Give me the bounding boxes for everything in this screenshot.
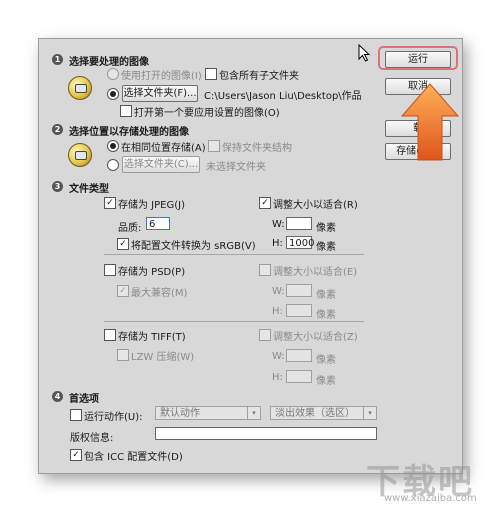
jpeg-w-label: W: [272, 219, 285, 230]
orange-arrow-icon [400, 83, 460, 161]
section1-title: 选择要处理的图像 [69, 57, 149, 68]
lzw-checkbox[interactable] [117, 349, 129, 361]
max-compat-label: 最大兼容(M) [131, 288, 188, 299]
psd-h-unit: 像素 [316, 310, 336, 321]
jpeg-width-input[interactable] [286, 217, 312, 230]
keep-structure-checkbox[interactable] [208, 140, 220, 152]
tiff-width-input[interactable] [286, 349, 312, 362]
tiff-resize-label: 调整大小以适合(Z) [273, 332, 358, 343]
jpeg-h-label: H: [272, 238, 283, 249]
psd-h-label: H: [272, 306, 283, 317]
save-psd-label: 存储为 PSD(P) [118, 267, 186, 278]
mouse-cursor-icon [358, 44, 371, 62]
max-compat-checkbox[interactable]: ✓ [117, 285, 129, 297]
section-number-1: 1 [52, 54, 63, 65]
copyright-input[interactable] [155, 427, 377, 440]
no-folder-selected: 未选择文件夹 [206, 162, 266, 173]
chevron-down-icon: ▾ [363, 407, 376, 419]
jpeg-w-unit: 像素 [316, 223, 336, 234]
include-icc-checkbox[interactable]: ✓ [70, 449, 82, 461]
section-number-3: 3 [52, 181, 63, 192]
same-location-radio[interactable] [107, 140, 119, 152]
chevron-down-icon: ▾ [247, 407, 260, 419]
photoshop-folder-icon [68, 143, 92, 167]
convert-srgb-checkbox[interactable]: ✓ [117, 238, 129, 250]
select-dest-folder-radio[interactable] [107, 159, 119, 171]
save-tiff-label: 存储为 TIFF(T) [118, 332, 186, 343]
run-action-checkbox[interactable] [70, 409, 82, 421]
save-psd-checkbox[interactable] [104, 264, 116, 276]
psd-w-label: W: [272, 286, 285, 297]
action-set-value: 默认动作 [160, 408, 200, 419]
tiff-h-label: H: [272, 372, 283, 383]
tiff-h-unit: 像素 [316, 376, 336, 387]
action-name-value: 淡出效果（选区） [275, 408, 355, 419]
use-open-images-radio[interactable] [107, 68, 119, 80]
tiff-height-input[interactable] [286, 370, 312, 383]
copyright-label: 版权信息: [70, 433, 114, 444]
select-source-folder-button[interactable]: 选择文件夹(F)... [122, 85, 198, 102]
jpeg-resize-checkbox[interactable]: ✓ [259, 197, 271, 209]
open-first-image-checkbox[interactable] [120, 105, 132, 117]
psd-w-unit: 像素 [316, 290, 336, 301]
save-tiff-checkbox[interactable] [104, 329, 116, 341]
open-first-image-label: 打开第一个要应用设置的图像(O) [134, 108, 280, 119]
photoshop-folder-icon [68, 76, 92, 100]
keep-structure-label: 保持文件夹结构 [222, 143, 292, 154]
same-location-label: 在相同位置存储(A) [121, 143, 206, 154]
include-icc-label: 包含 ICC 配置文件(D) [84, 452, 183, 463]
run-button[interactable]: 运行 [385, 51, 451, 68]
jpeg-resize-label: 调整大小以适合(R) [273, 200, 358, 211]
quality-label: 品质: [118, 223, 142, 234]
jpeg-height-input[interactable]: 1000 [286, 236, 314, 249]
include-subfolders-checkbox[interactable] [205, 68, 217, 80]
select-dest-folder-button[interactable]: 选择文件夹(C)... [122, 156, 200, 173]
use-open-images-label: 使用打开的图像(I) [121, 71, 202, 82]
psd-width-input[interactable] [286, 284, 312, 297]
watermark-url: www.xiazaiba.com [384, 493, 477, 504]
run-action-label: 运行动作(U): [84, 412, 143, 423]
action-name-select[interactable]: 淡出效果（选区） ▾ [270, 406, 377, 420]
convert-srgb-label: 将配置文件转换为 sRGB(V) [131, 241, 256, 252]
include-subfolders-label: 包含所有子文件夹 [219, 71, 299, 82]
section-number-2: 2 [52, 124, 63, 135]
save-jpeg-label: 存储为 JPEG(J) [118, 200, 185, 211]
action-set-select[interactable]: 默认动作 ▾ [155, 406, 261, 420]
psd-height-input[interactable] [286, 304, 312, 317]
section2-title: 选择位置以存储处理的图像 [69, 127, 189, 138]
psd-resize-checkbox[interactable] [259, 264, 271, 276]
divider [104, 321, 364, 322]
save-jpeg-checkbox[interactable]: ✓ [104, 197, 116, 209]
lzw-label: LZW 压缩(W) [131, 352, 195, 363]
tiff-resize-checkbox[interactable] [259, 329, 271, 341]
jpeg-h-unit: 像素 [316, 242, 336, 253]
section3-title: 文件类型 [69, 184, 109, 195]
section-number-4: 4 [52, 391, 63, 402]
source-folder-path: C:\Users\Jason Liu\Desktop\作品 [204, 91, 362, 102]
tiff-w-unit: 像素 [316, 355, 336, 366]
tiff-w-label: W: [272, 351, 285, 362]
divider [104, 254, 364, 255]
section4-title: 首选项 [69, 394, 99, 405]
quality-input[interactable]: 6 [146, 217, 170, 230]
select-folder-radio[interactable] [107, 88, 119, 100]
psd-resize-label: 调整大小以适合(E) [273, 267, 358, 278]
